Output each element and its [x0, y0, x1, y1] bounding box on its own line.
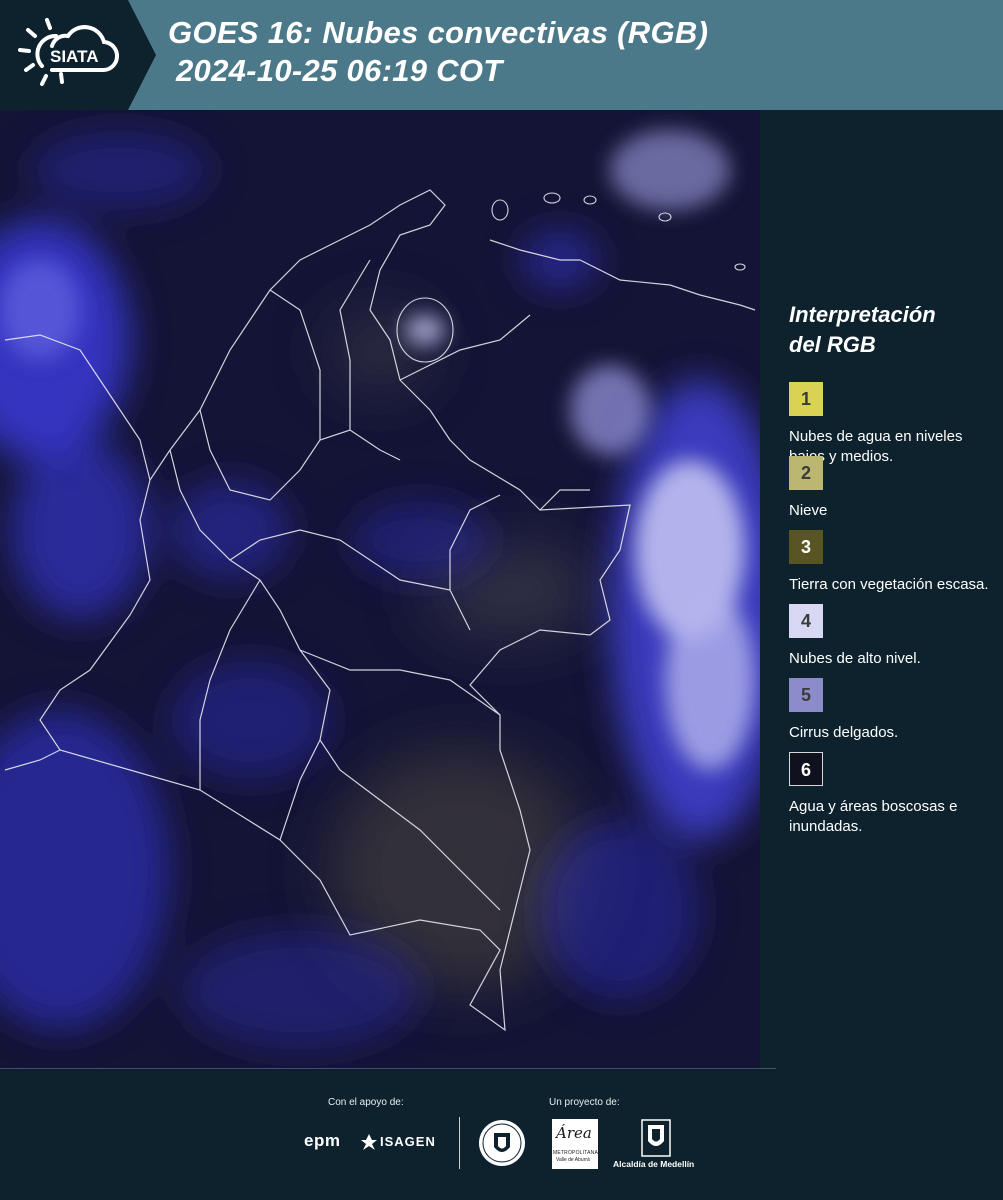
support-label: Con el apoyo de:: [328, 1097, 404, 1108]
satellite-map[interactable]: [0, 110, 760, 1070]
alcaldia-logo-text: Alcaldía de Medellín: [613, 1159, 695, 1169]
satellite-image: [0, 110, 760, 1070]
legend-title-line-2: del RGB: [789, 332, 876, 357]
area-logo-title: Área: [556, 1124, 592, 1142]
logo-arrow: [128, 0, 156, 110]
logo-divider: [459, 1117, 460, 1169]
legend-item: 1 Nubes de agua en niveles bajos y medios…: [789, 382, 989, 465]
legend-label: Agua y áreas boscosas e inundadas.: [789, 798, 958, 835]
legend-item: 4 Nubes de alto nivel.: [789, 604, 989, 678]
footer-divider: [0, 1068, 776, 1069]
legend-label: Nubes de alto nivel.: [789, 650, 921, 667]
alcaldia-shield-icon: [641, 1119, 671, 1157]
area-logo-sub-2: Valle de Aburrá: [556, 1157, 590, 1163]
legend-item: 3 Tierra con vegetación escasa.: [789, 530, 989, 604]
rgb-legend: Interpretación del RGB 1 Nubes de agua en…: [789, 300, 989, 835]
legend-label: Tierra con vegetación escasa.: [789, 576, 989, 593]
title-line-2: 2024-10-25 06:19 COT: [176, 53, 503, 88]
isagen-mark-icon: [361, 1134, 377, 1150]
legend-swatch: 4: [789, 604, 823, 638]
legend-label: Nieve: [789, 502, 828, 519]
legend-swatch: 5: [789, 678, 823, 712]
legend-list: 1 Nubes de agua en niveles bajos y medios…: [789, 382, 989, 835]
epm-logo: epm: [304, 1131, 341, 1150]
area-logo-sub-1: METROPOLITANA: [553, 1150, 599, 1156]
legend-swatch: 3: [789, 530, 823, 564]
legend-title-line-1: Interpretación: [789, 302, 936, 327]
siata-logo-icon: SIATA: [18, 18, 120, 86]
legend-label: Cirrus delgados.: [789, 724, 899, 741]
header-bar: SIATA GOES 16: Nubes convectivas (RGB) 2…: [0, 0, 1003, 110]
legend-item: 6 Agua y áreas boscosas e inundadas.: [789, 752, 989, 835]
title-line-1: GOES 16: Nubes convectivas (RGB): [168, 15, 709, 50]
page-title: GOES 16: Nubes convectivas (RGB) 2024-10…: [168, 14, 708, 90]
legend-swatch: 2: [789, 456, 823, 490]
isagen-logo: ISAGEN: [380, 1134, 436, 1149]
legend-item: 5 Cirrus delgados.: [789, 678, 989, 752]
logo-text: SIATA: [50, 47, 98, 66]
legend-swatch: 1: [789, 382, 823, 416]
legend-item: 2 Nieve: [789, 456, 989, 530]
legend-swatch: 6: [789, 752, 823, 786]
medellin-seal-icon: [479, 1120, 525, 1166]
project-label: Un proyecto de:: [549, 1097, 620, 1108]
legend-title: Interpretación del RGB: [789, 300, 989, 360]
